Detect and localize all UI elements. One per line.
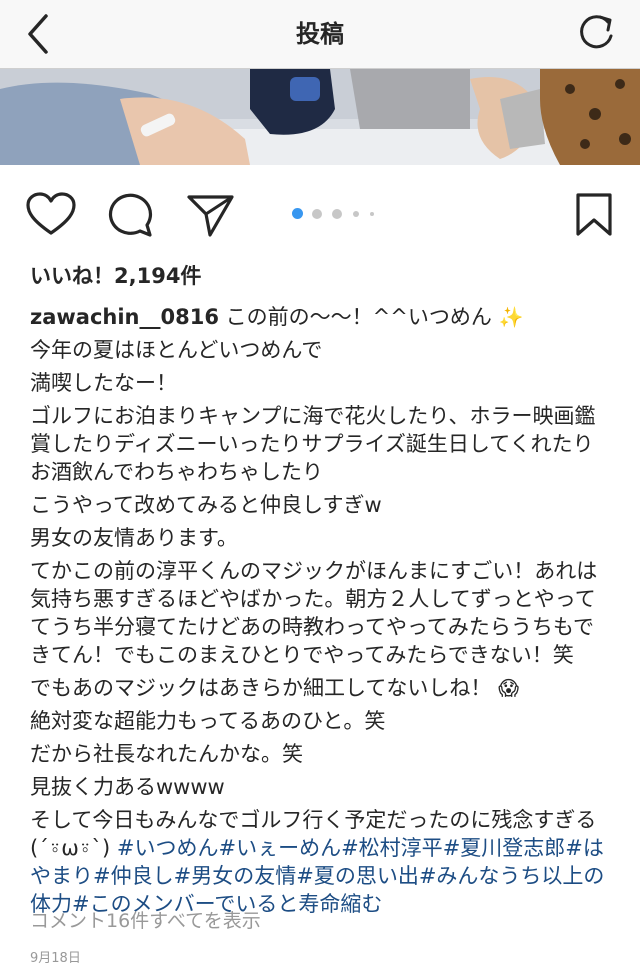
post-caption: zawachin__0816 この前の〜〜！^^いつめん ✨ 今年の夏はほとんど… [30,303,614,923]
caption-line: こうやって改めてみると仲良しすぎw [30,493,382,517]
post-photo-image [0,69,640,165]
carousel-dot [292,208,303,219]
carousel-dot [332,209,342,219]
caption-line: だから社長なれたんかな。笑 [30,742,303,766]
view-all-comments-link[interactable]: コメント16件すべてを表示 [30,906,261,933]
save-button[interactable] [574,192,614,242]
caption-line: 満喫したなー！ [30,371,177,395]
username-link[interactable]: zawachin__0816 [30,305,219,329]
page-title: 投稿 [296,20,344,48]
hashtag-link[interactable]: #松村淳平 [341,836,443,860]
scream-emoji-icon: 😱 [498,676,519,700]
caption-hashtag-paragraph: そして今日もみんなでゴルフ行く予定だったのに残念すぎる(´⍤ω⍤`) #いつめん… [30,806,614,918]
carousel-dot [312,209,322,219]
hashtag-link[interactable]: #夏川登志郎 [443,836,566,860]
hashtag-link[interactable]: #いぇーめん [218,836,341,860]
nav-bar: 投稿 [0,0,640,69]
like-button[interactable] [26,192,76,242]
bookmark-icon [576,193,612,236]
like-count[interactable]: いいね！2,194件 [30,260,201,290]
heart-icon [26,192,76,235]
hashtag-link[interactable]: #夏の思い出 [296,864,419,888]
caption-line: 絶対変な超能力もってるあのひと。笑 [30,709,386,733]
caption-line: てかこの前の淳平くんのマジックがほんまにすごい！あれは気持ち悪すぎるほどやばかっ… [30,559,598,667]
caption-text: この前の〜〜！^^いつめん [225,305,492,329]
carousel-dot [353,211,359,217]
caption-line: 男女の友情あります。 [30,526,238,550]
share-button[interactable] [186,192,236,242]
post-date: 9月18日 [30,951,81,966]
sparkles-icon: ✨ [498,305,524,329]
comment-icon [108,193,153,237]
hashtag-link[interactable]: #仲良し [93,864,174,888]
hashtag-link[interactable]: #いつめん [117,836,219,860]
caption-line: 見抜く力あるwwww [30,775,225,799]
post-photo[interactable] [0,69,640,165]
caption-text: でもあのマジックはあきらか細工してないしね！ [30,676,492,700]
caption-first-line: zawachin__0816 この前の〜〜！^^いつめん ✨ [30,303,614,331]
carousel-dot [370,212,374,216]
send-icon [187,195,234,237]
action-bar [0,182,640,246]
hashtag-link[interactable]: #男女の友情 [174,864,297,888]
comment-button[interactable] [106,192,156,242]
refresh-icon [580,15,613,49]
caption-line: 今年の夏はほとんどいつめんで [30,338,323,362]
refresh-button[interactable] [570,8,622,60]
caption-magic-line: でもあのマジックはあきらか細工してないしね！ 😱 [30,674,614,702]
caption-line: ゴルフにお泊まりキャンプに海で花火したり、ホラー映画鑑賞したりディズニーいったり… [30,404,596,484]
